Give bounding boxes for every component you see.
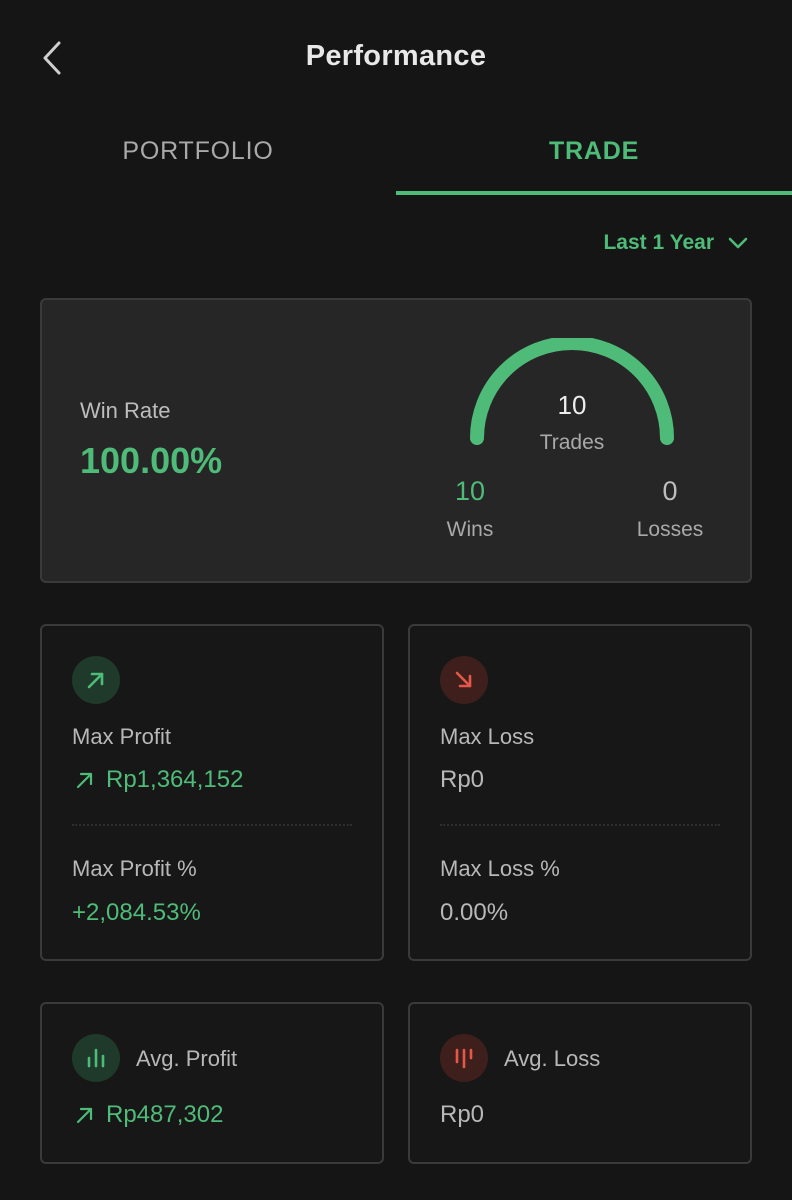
max-profit-card: Max Profit Rp1,364,152 Max Profit % +2,0… <box>40 624 384 961</box>
win-rate-card: Win Rate 100.00% 10 Trades 10 Wins 0 Los… <box>40 298 752 583</box>
tab-bar: PORTFOLIO TRADE <box>0 120 792 196</box>
avg-profit-card: Avg. Profit Rp487,302 <box>40 1002 384 1164</box>
avg-loss-icon-badge <box>440 1034 488 1082</box>
avg-loss-card: Avg. Loss Rp0 <box>408 1002 752 1164</box>
max-profit-value: Rp1,364,152 <box>106 766 244 793</box>
max-profit-label: Max Profit <box>72 724 172 749</box>
trades-label: Trades <box>539 431 605 454</box>
max-profit-pct-label: Max Profit % <box>72 856 197 881</box>
divider <box>72 824 352 826</box>
page-title: Performance <box>305 40 487 72</box>
active-tab-indicator <box>396 191 792 195</box>
trades-count: 10 <box>557 390 587 420</box>
chevron-down-icon <box>728 237 748 249</box>
arrow-down-right-icon <box>455 671 472 688</box>
max-loss-label: Max Loss <box>440 724 535 749</box>
arrow-up-right-icon <box>76 1107 93 1124</box>
period-dropdown[interactable]: Last 1 Year <box>603 226 748 260</box>
header: Performance <box>0 0 792 120</box>
divider <box>440 824 720 826</box>
avg-loss-label: Avg. Loss <box>504 1046 601 1071</box>
win-rate-value: 100.00% <box>80 440 223 481</box>
wins-label: Wins <box>446 518 494 541</box>
tab-trade[interactable]: TRADE <box>396 120 792 196</box>
losses-label: Losses <box>636 518 704 541</box>
bar-chart-up-icon <box>87 1048 105 1068</box>
max-profit-icon-badge <box>72 656 120 704</box>
max-profit-pct-value: +2,084.53% <box>72 899 201 926</box>
avg-loss-value: Rp0 <box>440 1101 485 1128</box>
wins-count: 10 <box>454 476 486 506</box>
max-loss-value: Rp0 <box>440 766 485 793</box>
period-label: Last 1 Year <box>603 231 714 254</box>
arrow-up-right-icon <box>87 672 104 689</box>
max-profit-value-row: Rp1,364,152 <box>76 766 243 794</box>
avg-profit-value: Rp487,302 <box>106 1101 224 1128</box>
max-loss-pct-value: 0.00% <box>440 899 509 926</box>
max-loss-icon-badge <box>440 656 488 704</box>
tab-portfolio[interactable]: PORTFOLIO <box>0 120 396 196</box>
max-loss-card: Max Loss Rp0 Max Loss % 0.00% <box>408 624 752 961</box>
bar-chart-down-icon <box>455 1048 473 1069</box>
win-rate-label: Win Rate <box>80 398 171 423</box>
arrow-up-right-icon <box>76 772 93 789</box>
losses-count: 0 <box>662 476 678 506</box>
avg-profit-value-row: Rp487,302 <box>76 1101 223 1129</box>
max-loss-pct-label: Max Loss % <box>440 856 560 881</box>
avg-profit-label: Avg. Profit <box>136 1046 238 1071</box>
avg-profit-icon-badge <box>72 1034 120 1082</box>
